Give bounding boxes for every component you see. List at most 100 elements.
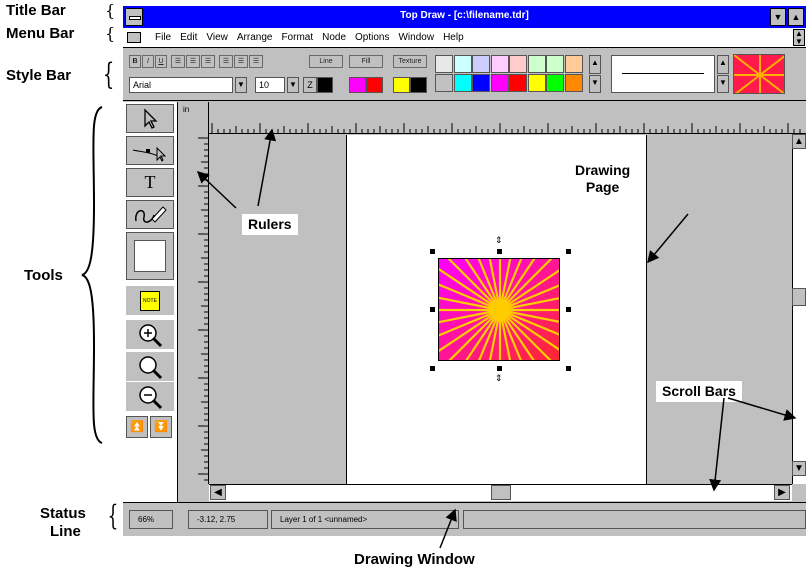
rectangle-tool[interactable] xyxy=(126,232,174,280)
title-bar: Top Draw - [c:\filename.tdr] ▼ ▲ xyxy=(123,6,806,28)
text-tool[interactable]: T xyxy=(126,168,174,197)
palette-swatch[interactable] xyxy=(435,74,453,92)
palette-swatch[interactable] xyxy=(472,55,490,73)
selection-handle-right[interactable] xyxy=(566,307,571,312)
restore-button[interactable]: ▲ ▼ xyxy=(793,29,805,46)
justify-right-button[interactable]: ☰ xyxy=(249,55,263,68)
selection-handle-bottom-right[interactable] xyxy=(566,366,571,371)
palette-swatch[interactable] xyxy=(546,55,564,73)
palette-scroll-up[interactable]: ▲ xyxy=(589,55,601,74)
horizontal-scroll-thumb[interactable] xyxy=(491,485,511,500)
maximize-button[interactable]: ▲ xyxy=(788,8,804,26)
font-size-field[interactable]: 10 xyxy=(255,77,285,93)
palette-swatch[interactable] xyxy=(564,55,583,73)
font-name-field[interactable]: Arial xyxy=(129,77,233,93)
rotate-handle-bottom-icon[interactable]: ⇕ xyxy=(495,374,503,383)
vertical-scroll-thumb[interactable] xyxy=(792,288,806,306)
note-tool[interactable]: NOTE xyxy=(126,286,174,315)
fill-color-swatch-1[interactable] xyxy=(349,77,366,93)
underline-button[interactable]: U xyxy=(155,55,167,68)
vertical-scrollbar[interactable]: ▲ ▼ xyxy=(792,134,806,484)
texture-color-swatch-1[interactable] xyxy=(393,77,410,93)
line-style-down[interactable]: ▼ xyxy=(717,75,729,93)
palette-swatch[interactable] xyxy=(527,55,546,73)
menu-bar-callout: Menu Bar xyxy=(6,25,75,42)
menu-edit[interactable]: Edit xyxy=(180,32,197,43)
align-center-button[interactable]: ☰ xyxy=(186,55,200,68)
zoom-out-tool[interactable] xyxy=(126,382,174,411)
scroll-right-arrow[interactable]: ▶ xyxy=(774,485,790,500)
send-to-back-button[interactable]: ⏬ xyxy=(150,416,172,438)
horizontal-scrollbar[interactable]: ◀ ▶ xyxy=(209,484,792,501)
fill-button[interactable]: Fill xyxy=(349,55,383,68)
minimize-button[interactable]: ▼ xyxy=(770,8,786,26)
palette-scroll-down[interactable]: ▼ xyxy=(589,75,601,93)
node-edit-tool[interactable] xyxy=(126,136,174,165)
texture-preview[interactable] xyxy=(733,54,785,94)
fill-color-swatch-2[interactable] xyxy=(366,77,383,93)
scroll-bars-callout: Scroll Bars xyxy=(656,381,742,402)
selection-handle-top[interactable] xyxy=(497,249,502,254)
italic-button[interactable]: I xyxy=(142,55,154,68)
zoom-in-tool[interactable] xyxy=(126,320,174,349)
palette-swatch[interactable] xyxy=(472,74,490,92)
palette-swatch[interactable] xyxy=(435,55,453,73)
selected-texture-rectangle[interactable] xyxy=(438,258,560,361)
justify-center-button[interactable]: ☰ xyxy=(234,55,248,68)
palette-swatch[interactable] xyxy=(453,55,472,73)
selection-handle-top-left[interactable] xyxy=(430,249,435,254)
bring-to-front-button[interactable]: ⏫ xyxy=(126,416,148,438)
texture-button[interactable]: Texture xyxy=(393,55,427,68)
font-name-dropdown[interactable]: ▼ xyxy=(235,77,247,93)
horizontal-ruler: in xyxy=(179,102,806,134)
selection-handle-top-right[interactable] xyxy=(566,249,571,254)
menu-file[interactable]: File xyxy=(155,32,171,43)
drawing-page-callout-line-1: Drawing xyxy=(575,162,631,178)
line-style-preview[interactable] xyxy=(611,55,715,93)
zoom-tool[interactable] xyxy=(126,352,174,381)
status-line-callout-1: Status xyxy=(40,505,86,522)
menu-view[interactable]: View xyxy=(206,32,228,43)
arrow-select-tool[interactable] xyxy=(126,104,174,133)
selection-handle-bottom[interactable] xyxy=(497,366,502,371)
zoom-status: 66% xyxy=(129,510,173,529)
rectangle-icon xyxy=(134,240,166,272)
palette-swatch[interactable] xyxy=(490,74,509,92)
palette-swatch[interactable] xyxy=(527,74,546,92)
selection-handle-left[interactable] xyxy=(430,307,435,312)
palette-swatch[interactable] xyxy=(509,74,527,92)
palette-swatch[interactable] xyxy=(490,55,509,73)
menu-window[interactable]: Window xyxy=(398,32,434,43)
palette-swatch[interactable] xyxy=(546,74,564,92)
scroll-left-arrow[interactable]: ◀ xyxy=(210,485,226,500)
pen-color-icon[interactable]: Z xyxy=(303,77,317,93)
line-style-up[interactable]: ▲ xyxy=(717,55,729,74)
palette-swatch[interactable] xyxy=(453,74,472,92)
palette-swatch[interactable] xyxy=(509,55,527,73)
font-size-dropdown[interactable]: ▼ xyxy=(287,77,299,93)
document-system-menu[interactable] xyxy=(127,32,141,43)
scroll-up-arrow[interactable]: ▲ xyxy=(792,134,806,149)
selection-handle-bottom-left[interactable] xyxy=(430,366,435,371)
menu-format[interactable]: Format xyxy=(281,32,313,43)
texture-color-swatch-2[interactable] xyxy=(410,77,427,93)
drawing-page[interactable]: ⇕ ⇕ Drawing Page xyxy=(346,135,647,484)
pen-color-swatch[interactable] xyxy=(317,77,333,93)
rotate-handle-top-icon[interactable]: ⇕ xyxy=(495,236,503,245)
scroll-down-arrow[interactable]: ▼ xyxy=(792,461,806,476)
menu-help[interactable]: Help xyxy=(443,32,464,43)
tools-brace xyxy=(81,106,103,444)
justify-left-button[interactable]: ☰ xyxy=(219,55,233,68)
note-icon: NOTE xyxy=(140,290,160,311)
bold-button[interactable]: B xyxy=(129,55,141,68)
align-right-button[interactable]: ☰ xyxy=(201,55,215,68)
palette-swatch[interactable] xyxy=(564,74,583,92)
align-left-button[interactable]: ☰ xyxy=(171,55,185,68)
line-button[interactable]: Line xyxy=(309,55,343,68)
status-line-callout-2: Line xyxy=(50,523,81,540)
menu-node[interactable]: Node xyxy=(322,32,346,43)
drawing-window[interactable]: ⇕ ⇕ Drawing Page Rulers Scroll Bars xyxy=(210,135,792,484)
menu-options[interactable]: Options xyxy=(355,32,389,43)
menu-arrange[interactable]: Arrange xyxy=(237,32,273,43)
freehand-tool[interactable] xyxy=(126,200,174,229)
